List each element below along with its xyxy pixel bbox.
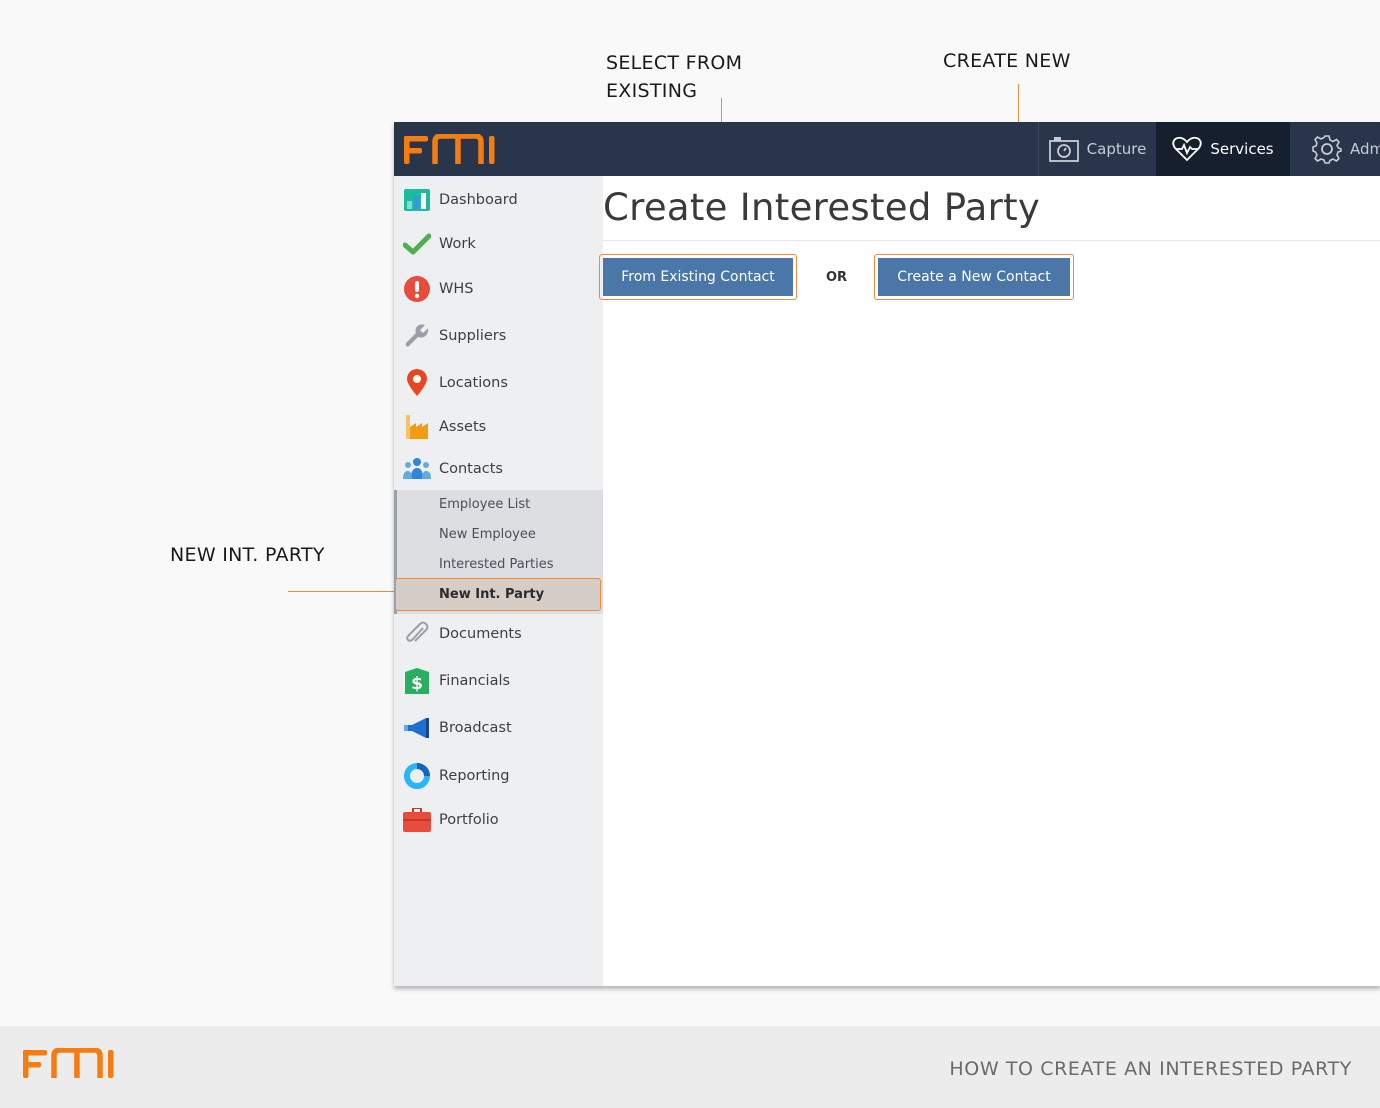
alert-icon (403, 275, 431, 303)
nav-services-label: Services (1210, 140, 1274, 158)
sidebar-item-suppliers[interactable]: Suppliers (394, 318, 603, 354)
sidebar-item-contacts[interactable]: Contacts (394, 451, 603, 487)
sidebar-item-financials[interactable]: $ Financials (394, 663, 603, 699)
subnav-new-employee[interactable]: New Employee (439, 527, 536, 542)
from-existing-contact-button[interactable]: From Existing Contact (603, 258, 793, 296)
sidebar-item-label: Assets (439, 419, 487, 435)
callout-create-new: CREATE NEW (943, 50, 1071, 72)
checkmark-icon (403, 230, 431, 258)
fmi-logo[interactable] (404, 133, 496, 171)
or-separator: OR (826, 270, 848, 285)
briefcase-icon (403, 806, 431, 834)
subnav-interested-parties[interactable]: Interested Parties (439, 557, 554, 572)
sidebar-item-label: Broadcast (439, 720, 512, 736)
footer-caption: HOW TO CREATE AN INTERESTED PARTY (949, 1058, 1352, 1080)
sidebar-item-whs[interactable]: WHS (394, 271, 603, 307)
subnav-new-int-party[interactable]: New Int. Party (395, 578, 601, 611)
donut-chart-icon (403, 762, 431, 790)
nav-services-button[interactable]: Services (1156, 122, 1290, 176)
sidebar-item-label: Suppliers (439, 328, 507, 344)
svg-text:$: $ (411, 674, 423, 694)
sidebar-item-work[interactable]: Work (394, 226, 603, 262)
map-pin-icon (403, 369, 431, 397)
title-divider (603, 240, 1380, 241)
sidebar-item-label: Locations (439, 375, 508, 391)
sidebar-item-label: Portfolio (439, 812, 499, 828)
page-title: Create Interested Party (603, 186, 1041, 229)
megaphone-icon (403, 714, 431, 742)
sidebar-item-label: Financials (439, 673, 511, 689)
sidebar-item-label: Contacts (439, 461, 503, 477)
sidebar-item-reporting[interactable]: Reporting (394, 758, 603, 794)
nav-admin-button[interactable]: Adm (1290, 122, 1380, 176)
sidebar-item-documents[interactable]: Documents (394, 616, 603, 652)
sidebar-item-label: Reporting (439, 768, 510, 784)
subnav-employee-list[interactable]: Employee List (439, 497, 530, 512)
footer-fmi-logo (23, 1047, 115, 1085)
nav-capture-label: Capture (1086, 140, 1147, 158)
sidebar: Dashboard Work WHS Suppliers Locations A… (394, 176, 603, 986)
dashboard-icon (403, 186, 431, 214)
wrench-icon (403, 322, 431, 350)
sidebar-item-label: Work (439, 236, 476, 252)
nav-admin-label: Adm (1350, 140, 1380, 158)
sidebar-item-broadcast[interactable]: Broadcast (394, 710, 603, 746)
paperclip-icon (403, 620, 431, 648)
app-window: Capture Services Adm Dashboard Work WHS … (394, 122, 1380, 986)
factory-icon (403, 413, 431, 441)
top-bar: Capture Services Adm (394, 122, 1380, 176)
callout-line-party (288, 591, 396, 592)
callout-new-int-party: NEW INT. PARTY (170, 544, 325, 566)
sidebar-item-portfolio[interactable]: Portfolio (394, 802, 603, 838)
sidebar-item-locations[interactable]: Locations (394, 365, 603, 401)
sidebar-item-label: Documents (439, 626, 522, 642)
camera-icon (1048, 137, 1079, 162)
sidebar-item-label: Dashboard (439, 192, 518, 208)
heart-pulse-icon (1172, 136, 1203, 162)
gear-icon (1312, 135, 1342, 164)
callout-select-existing: SELECT FROM EXISTING (606, 52, 743, 102)
create-new-contact-button[interactable]: Create a New Contact (878, 258, 1070, 296)
from-existing-highlight: From Existing Contact (599, 254, 797, 300)
people-icon (403, 455, 431, 483)
dollar-icon: $ (403, 667, 431, 695)
footer: HOW TO CREATE AN INTERESTED PARTY (0, 1026, 1380, 1108)
nav-capture-button[interactable]: Capture (1038, 122, 1156, 176)
subnav-active-label: New Int. Party (439, 587, 545, 602)
sidebar-item-dashboard[interactable]: Dashboard (394, 182, 603, 218)
sidebar-item-assets[interactable]: Assets (394, 409, 603, 445)
sidebar-item-label: WHS (439, 281, 474, 297)
create-new-highlight: Create a New Contact (874, 254, 1074, 300)
